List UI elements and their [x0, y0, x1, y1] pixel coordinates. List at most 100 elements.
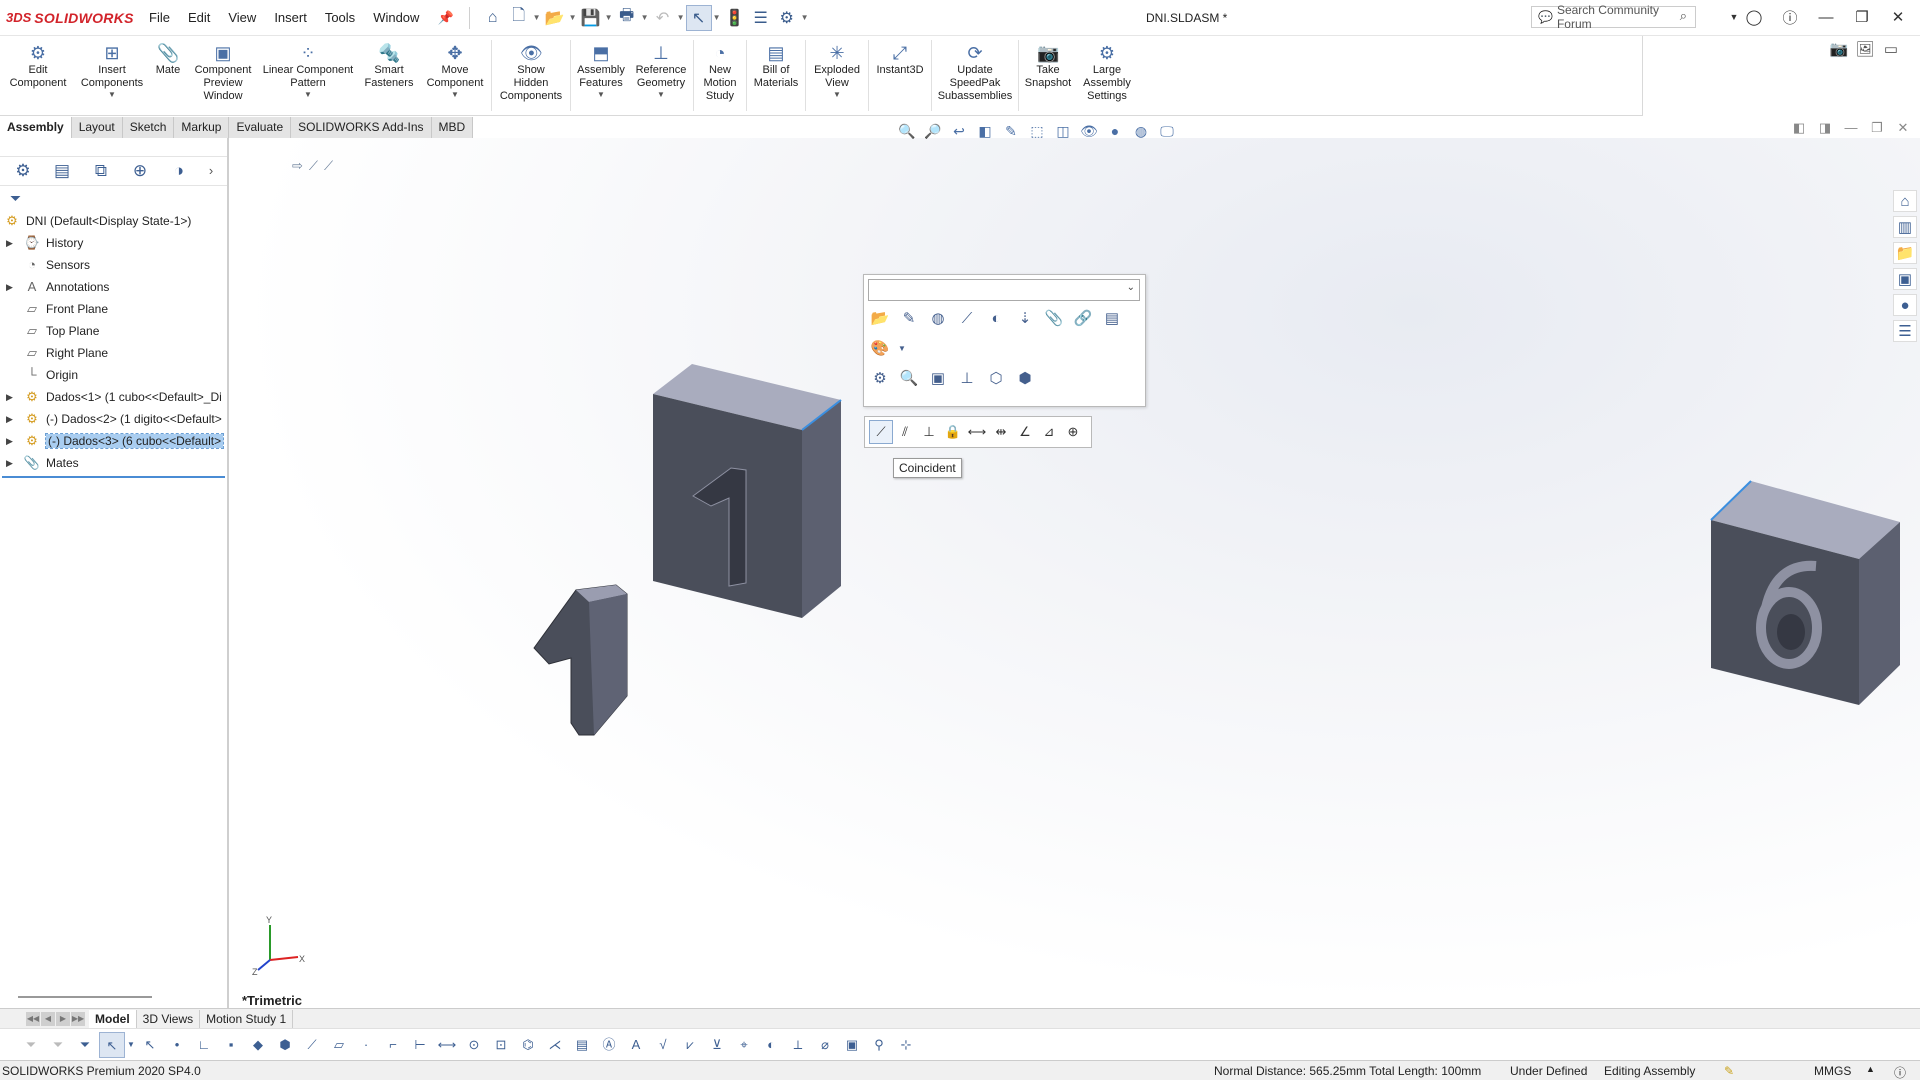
edit-appearance-icon[interactable]: ●: [1103, 120, 1127, 142]
apply-scene-icon[interactable]: ◍: [1129, 120, 1153, 142]
minimize-icon[interactable]: —: [1812, 5, 1840, 29]
text-filter-icon[interactable]: A: [623, 1032, 649, 1058]
hole-callout-icon[interactable]: ⌀: [812, 1032, 838, 1058]
chevron-down-icon[interactable]: ⌄: [1127, 282, 1135, 293]
take-snapshot-button[interactable]: 📷 Take Snapshot: [1020, 36, 1076, 115]
component-props-icon[interactable]: ⚙: [868, 367, 892, 391]
chevron-down-icon[interactable]: ▼: [657, 90, 665, 100]
routing-point-icon[interactable]: ⊹: [893, 1032, 919, 1058]
bill-of-materials-button[interactable]: ▤ Bill of Materials: [748, 36, 804, 115]
menu-window[interactable]: Window: [364, 10, 428, 25]
move-component-button[interactable]: ✥ Move Component ▼: [420, 36, 490, 115]
tab-markup[interactable]: Markup: [174, 117, 230, 138]
dimension-filter-icon[interactable]: ⟷: [434, 1032, 460, 1058]
graphics-area[interactable]: [231, 138, 1920, 1008]
first-tab-icon[interactable]: ◀◀: [26, 1011, 40, 1026]
zoom-to-area-icon[interactable]: 🔎: [921, 120, 945, 142]
chevron-down-icon[interactable]: ▼: [833, 90, 841, 100]
surface-filter-icon[interactable]: ◆: [245, 1032, 271, 1058]
tree-item-dados-2[interactable]: ▶ ⚙ (-) Dados<2> (1 digito<<Default>: [0, 408, 227, 430]
last-tab-icon[interactable]: ▶▶: [71, 1011, 85, 1026]
sketch-icon[interactable]: ⟋: [324, 158, 333, 174]
block-filter-icon[interactable]: ▣: [839, 1032, 865, 1058]
gtol-filter-icon[interactable]: ⌖: [731, 1032, 757, 1058]
plane-filter-icon[interactable]: ▱: [326, 1032, 352, 1058]
select-arrow-icon[interactable]: ↖: [99, 1031, 125, 1058]
save-icon[interactable]: 💾: [578, 5, 604, 31]
rebuild-status-icon[interactable]: ✎: [1724, 1064, 1734, 1078]
restore-icon[interactable]: ❐: [1848, 5, 1876, 29]
isometric-view-icon[interactable]: ⬡: [984, 367, 1008, 391]
edge-filter-icon[interactable]: ∟: [191, 1032, 217, 1058]
view-panel-icon[interactable]: ▭: [1880, 40, 1902, 62]
file-explorer-icon[interactable]: 📁: [1893, 242, 1917, 264]
view-palette-icon[interactable]: ▣: [1893, 268, 1917, 290]
chevron-up-icon[interactable]: ▲: [1866, 1064, 1875, 1074]
expand-icon[interactable]: ▶: [6, 238, 16, 249]
display-style-icon[interactable]: ◫: [1051, 120, 1075, 142]
next-tab-icon[interactable]: ▶: [56, 1011, 70, 1026]
rebuild-icon[interactable]: 🚦: [722, 5, 748, 31]
tree-item-history[interactable]: ▶ ⌚ History: [0, 232, 227, 254]
chevron-down-icon[interactable]: ▼: [108, 90, 116, 100]
close-doc-icon[interactable]: ✕: [1894, 120, 1912, 136]
center-point-filter-icon[interactable]: ⊙: [461, 1032, 487, 1058]
prev-tab-icon[interactable]: ◀: [41, 1011, 55, 1026]
search-input[interactable]: 💬 Search Community Forum ⌕: [1531, 3, 1696, 31]
assembly-features-button[interactable]: ⬒ Assembly Features ▼: [572, 36, 630, 115]
tab-mbd[interactable]: MBD: [431, 117, 474, 138]
user-account-icon[interactable]: ◯: [1740, 5, 1768, 29]
chevron-down-icon[interactable]: ▼: [304, 90, 312, 100]
component-preview-button[interactable]: ▣ Component Preview Window: [188, 36, 258, 115]
chevron-down-icon[interactable]: ▼: [597, 90, 605, 100]
instant3d-button[interactable]: ⤢ Instant3D: [870, 36, 930, 115]
view-cube-icon[interactable]: ⬢: [1013, 367, 1037, 391]
sketch-icon[interactable]: ⟋: [309, 158, 318, 174]
edit-component-button[interactable]: ⚙ Edit Component: [0, 36, 76, 115]
tree-item-dados-1[interactable]: ▶ ⚙ Dados<1> (1 cubo<<Default>_Di: [0, 386, 227, 408]
unit-system[interactable]: MMGS: [1814, 1064, 1851, 1078]
chevron-down-icon[interactable]: ▼: [126, 1032, 136, 1058]
undo-icon[interactable]: ↶: [650, 5, 676, 31]
normal-to-icon[interactable]: ⊥: [955, 367, 979, 391]
chevron-right-icon[interactable]: ›: [205, 159, 217, 183]
render-icon[interactable]: 🖼: [1854, 40, 1876, 62]
chevron-down-icon[interactable]: ▼: [532, 13, 542, 22]
point-filter-icon[interactable]: ·: [353, 1032, 379, 1058]
solidworks-resources-icon[interactable]: ⌂: [1893, 190, 1917, 212]
menu-edit[interactable]: Edit: [179, 10, 219, 25]
tab-sketch[interactable]: Sketch: [122, 117, 175, 138]
close-icon[interactable]: ✕: [1884, 5, 1912, 29]
previous-view-icon[interactable]: ↩: [947, 120, 971, 142]
tile-right-icon[interactable]: ◨: [1816, 120, 1834, 136]
expand-icon[interactable]: ▶: [6, 414, 16, 425]
tab-evaluate[interactable]: Evaluate: [229, 117, 292, 138]
tile-left-icon[interactable]: ◧: [1790, 120, 1808, 136]
select-over-geometry-icon[interactable]: ↖: [137, 1032, 163, 1058]
select-arrow-icon[interactable]: ↖: [685, 4, 712, 31]
expand-icon[interactable]: ▶: [6, 436, 16, 447]
view-settings-icon[interactable]: 🖵: [1155, 120, 1179, 142]
mate-icon[interactable]: 📎: [1042, 307, 1066, 331]
tree-item-dados-3[interactable]: ▶ ⚙ (-) Dados<3> (6 cubo<<Default>: [0, 430, 227, 452]
large-assembly-settings-button[interactable]: ⚙ Large Assembly Settings: [1076, 36, 1138, 115]
tab-layout[interactable]: Layout: [71, 117, 123, 138]
zoom-to-fit-icon[interactable]: 🔍: [895, 120, 919, 142]
file-properties-icon[interactable]: ☰: [748, 5, 774, 31]
appearance-icon[interactable]: ◍: [926, 307, 950, 331]
edit-part-icon[interactable]: ✎: [897, 307, 921, 331]
open-folder-icon[interactable]: 📂: [542, 5, 568, 31]
show-hidden-button[interactable]: 👁 Show Hidden Components: [493, 36, 569, 115]
tab-assembly[interactable]: Assembly: [0, 117, 72, 138]
section-view-icon[interactable]: ◧: [973, 120, 997, 142]
horizontal-scrollbar[interactable]: [18, 996, 152, 998]
menu-view[interactable]: View: [219, 10, 265, 25]
rollback-bar[interactable]: [2, 476, 225, 478]
surface-finish-icon[interactable]: √: [650, 1032, 676, 1058]
parallel-mate-icon[interactable]: ⫽: [893, 420, 917, 444]
tree-item-annotations[interactable]: ▶ A Annotations: [0, 276, 227, 298]
cube-1-part[interactable]: [653, 364, 842, 618]
width-mate-icon[interactable]: ⇹: [989, 420, 1013, 444]
zoom-selection-icon[interactable]: 🔍: [897, 367, 921, 391]
add-mate-icon[interactable]: ⊕: [1061, 420, 1085, 444]
